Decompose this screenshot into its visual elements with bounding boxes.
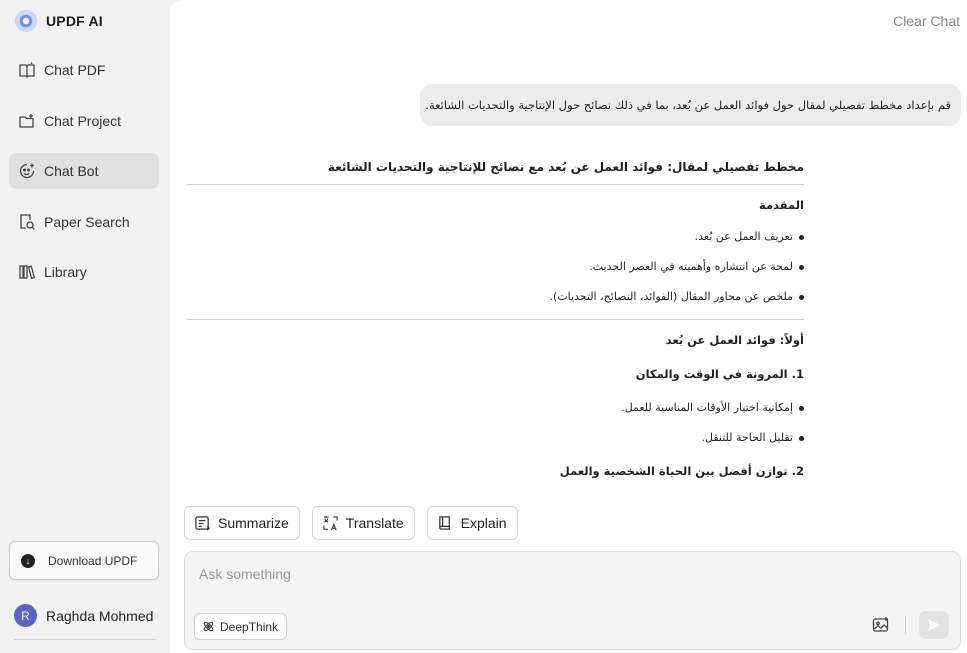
explain-button[interactable]: Explain (426, 506, 518, 540)
library-icon (19, 265, 36, 280)
updf-logo-icon (15, 10, 37, 32)
answer-subheading: 2. توازن أفضل بين الحياة الشخصية والعمل (559, 464, 804, 478)
summarize-label: Summarize (218, 515, 289, 531)
sidebar-item-label: Library (44, 264, 87, 280)
clear-chat-button[interactable]: Clear Chat (893, 13, 960, 29)
image-upload-icon[interactable] (872, 616, 890, 634)
download-icon: ↓ (21, 553, 35, 568)
explain-label: Explain (460, 515, 507, 531)
user-divider (14, 639, 156, 640)
sidebar-item-paper-search[interactable]: Paper Search (9, 204, 159, 240)
bot-icon (19, 163, 35, 179)
brand: UPDF AI (15, 10, 103, 32)
download-label: Download UPDF (48, 553, 138, 568)
summarize-button[interactable]: Summarize (184, 506, 300, 540)
send-button[interactable] (919, 611, 949, 639)
folder-chat-icon (19, 113, 34, 128)
user-name: Raghda Mohmed (46, 607, 154, 624)
deepthink-label: DeepThink (220, 619, 279, 634)
translate-label: Translate (345, 515, 404, 531)
sidebar-nav: Chat PDF Chat Project Chat Bot Paper Sea… (9, 52, 159, 305)
chat-input-box: DeepThink (184, 551, 961, 650)
sidebar: UPDF AI Chat PDF Chat Project Chat Bot P… (0, 0, 170, 653)
book-icon (438, 515, 450, 530)
list-item: ملخص عن محاور المقال (الفوائد، النصائح، … (187, 287, 804, 307)
user-message-bubble: قم بإعداد مخطط تفصيلي لمقال حول فوائد ال… (420, 84, 961, 126)
answer-title: مخطط تفصيلي لمقال: فوائد العمل عن بُعد م… (327, 160, 804, 174)
avatar: R (14, 604, 37, 627)
quick-actions: Summarize Translate Explain (184, 506, 518, 540)
list-item: تقليل الحاجة للتنقل. (187, 428, 804, 448)
answer-heading: المقدمة (759, 198, 804, 212)
download-updf-button[interactable]: ↓ Download UPDF (9, 541, 159, 580)
app-window: UPDF AI Chat PDF Chat Project Chat Bot P… (0, 0, 967, 653)
assistant-answer: مخطط تفصيلي لمقال: فوائد العمل عن بُعد م… (187, 150, 804, 481)
sidebar-item-chat-bot[interactable]: Chat Bot (9, 153, 159, 189)
sidebar-item-library[interactable]: Library (9, 254, 159, 290)
sidebar-item-chat-pdf[interactable]: Chat PDF (9, 52, 159, 88)
list-item: تعريف العمل عن بُعد. (187, 227, 804, 247)
translate-button[interactable]: Translate (311, 506, 415, 540)
atom-icon (203, 621, 214, 632)
user-profile[interactable]: R Raghda Mohmed (14, 604, 153, 627)
sidebar-item-chat-project[interactable]: Chat Project (9, 103, 159, 139)
input-separator (905, 616, 906, 634)
book-chat-icon (19, 62, 35, 78)
ask-input[interactable] (199, 566, 799, 582)
list-item: إمكانية اختيار الأوقات المناسبة للعمل. (187, 398, 804, 418)
sidebar-item-label: Chat Bot (44, 163, 99, 179)
sidebar-item-label: Chat Project (44, 112, 122, 129)
brand-name: UPDF AI (46, 13, 103, 29)
answer-heading: أولاً: فوائد العمل عن بُعد (665, 333, 804, 347)
answer-subheading: 1. المرونة في الوقت والمكان (635, 367, 804, 381)
send-icon (928, 619, 940, 631)
deepthink-toggle[interactable]: DeepThink (194, 613, 288, 640)
sidebar-item-label: Paper Search (44, 213, 130, 230)
translate-icon (323, 515, 338, 530)
doc-search-icon (20, 213, 35, 230)
sidebar-item-label: Chat PDF (44, 62, 106, 78)
chat-panel: Clear Chat قم بإعداد مخطط تفصيلي لمقال ح… (170, 0, 967, 653)
list-item: لمحة عن انتشاره وأهميته في العصر الحديث. (187, 257, 804, 277)
summarize-icon (195, 515, 210, 531)
